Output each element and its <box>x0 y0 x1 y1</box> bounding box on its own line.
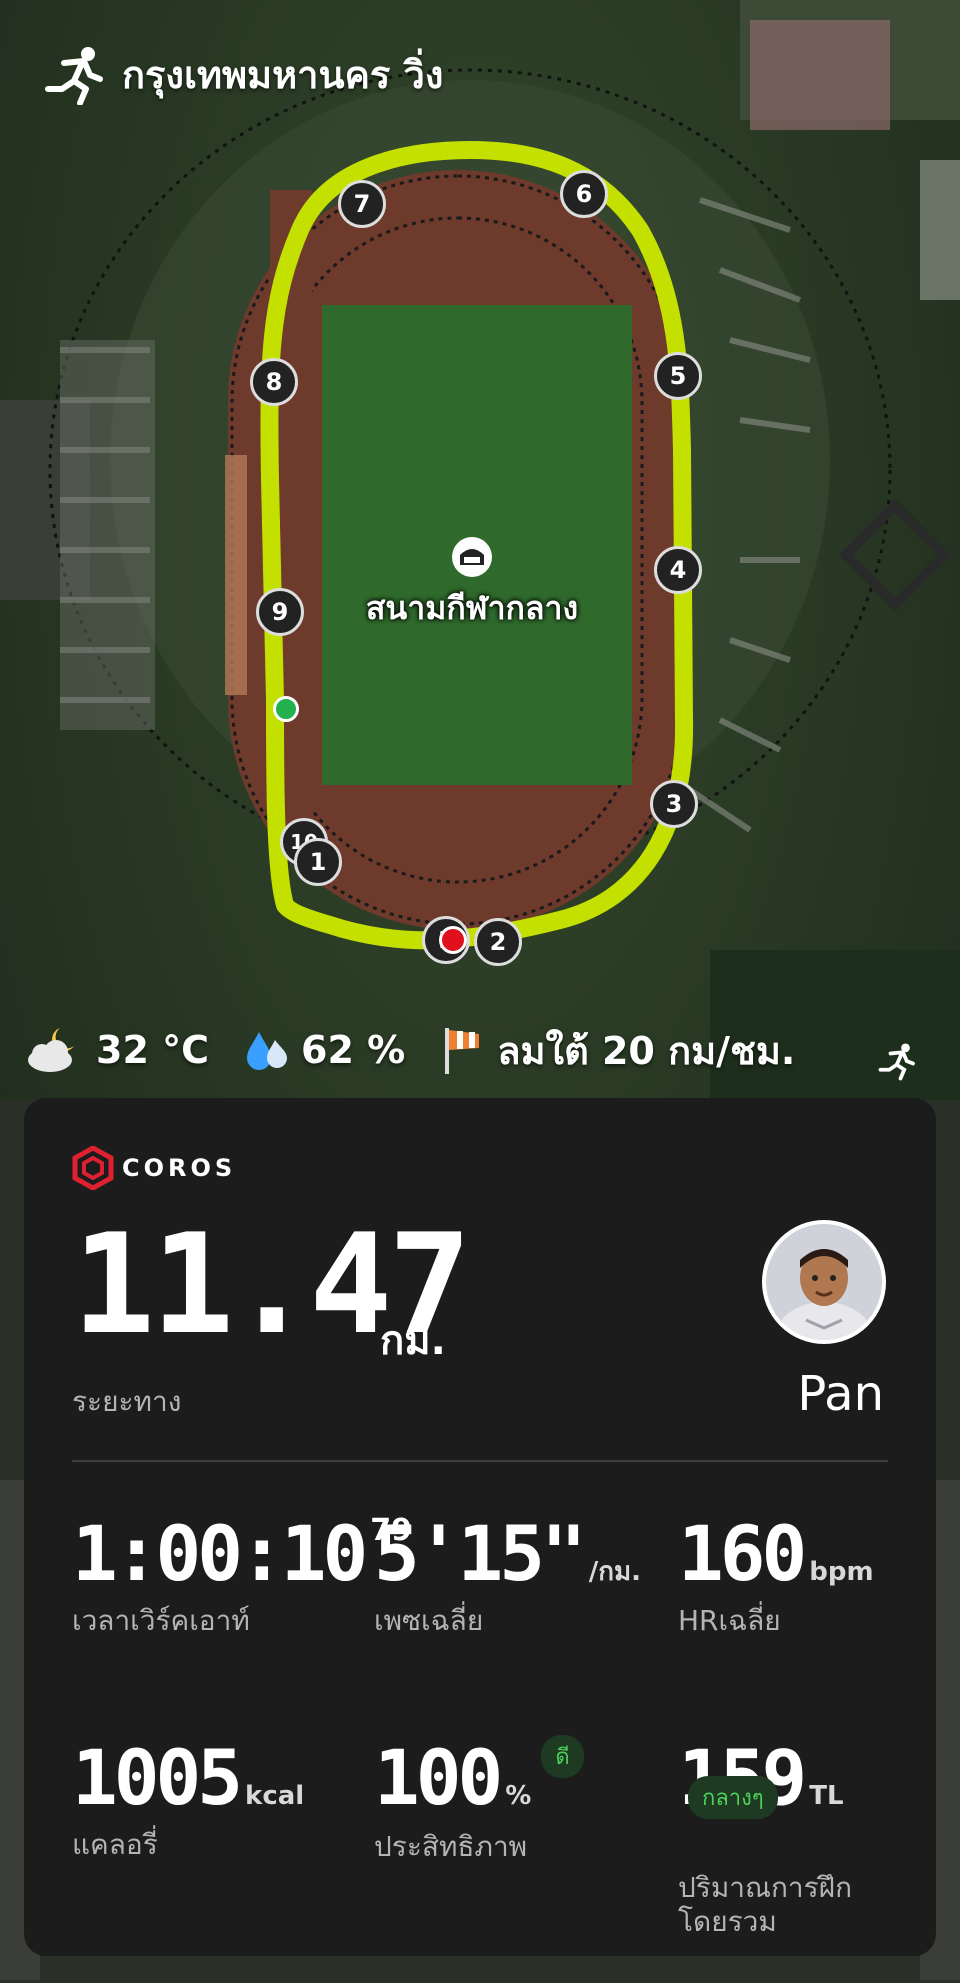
km-marker: 9 <box>256 588 304 636</box>
workout-time-label: เวลาเวิร์คเอาท์ <box>72 1604 250 1637</box>
end-point-icon <box>439 926 467 954</box>
user-photo <box>766 1224 882 1340</box>
humidity-item: 62 % <box>243 1026 405 1074</box>
weather-bar: 32 °C 62 % ลมใต้ 20 กม/ชม. <box>22 1022 829 1078</box>
stat-pace: 5'15"/กม. เพซเฉลี่ย <box>374 1516 641 1638</box>
temperature-item: 32 °C <box>22 1024 209 1076</box>
stat-calories: 1005 kcal แคลอรี่ <box>72 1740 304 1862</box>
km-marker: 8 <box>250 358 298 406</box>
water-drop-icon <box>247 1032 287 1070</box>
heart-rate-unit: bpm <box>809 1557 874 1587</box>
stat-efficiency: 100 % ดี ประสิทธิภาพ <box>374 1733 584 1864</box>
heart-rate-label: HRเฉลี่ย <box>678 1604 781 1637</box>
calories-unit: kcal <box>245 1781 305 1811</box>
pace-label: เพซเฉลี่ย <box>374 1604 484 1637</box>
divider <box>72 1460 888 1462</box>
brand-logo: COROS <box>72 1146 236 1190</box>
venue-name: สนามกีฬากลาง <box>365 589 579 627</box>
km-marker: 7 <box>338 180 386 228</box>
stat-heart-rate: 160 bpm HRเฉลี่ย <box>678 1516 874 1638</box>
workout-summary-card: COROS 11.47 กม. ระยะทาง Pan 1:00:10 79 เว… <box>24 1098 936 1956</box>
workout-time-value: 1:00:10 <box>72 1509 368 1598</box>
start-point-icon <box>273 696 299 722</box>
km-marker: 2 <box>474 918 522 966</box>
training-load-badge: กลางๆ <box>688 1776 778 1819</box>
calories-value: 1005 <box>72 1733 243 1822</box>
distance-unit: กม. <box>380 1318 446 1364</box>
stadium-icon <box>452 537 492 577</box>
activity-header: กรุงเทพมหานคร วิ่ง <box>44 44 443 105</box>
training-load-unit: TL <box>809 1781 844 1811</box>
brand-name: COROS <box>122 1154 237 1182</box>
training-load-label: ปริมาณการฝึก โดยรวม <box>678 1871 853 1938</box>
pace-value: 5'15" <box>374 1509 587 1598</box>
efficiency-label: ประสิทธิภาพ <box>374 1830 528 1863</box>
km-marker: 3 <box>650 780 698 828</box>
efficiency-unit: % <box>505 1781 532 1811</box>
km-marker: 6 <box>560 170 608 218</box>
efficiency-value: 100 <box>374 1733 503 1822</box>
km-marker: 5 <box>654 352 702 400</box>
user-name: Pan <box>797 1366 884 1422</box>
distance-label: ระยะทาง <box>72 1385 182 1418</box>
wind-item: ลมใต้ 20 กม/ชม. <box>439 1020 795 1081</box>
stat-workout-time: 1:00:10 79 เวลาเวิร์คเอาท์ <box>72 1509 412 1638</box>
activity-title: กรุงเทพมหานคร วิ่ง <box>122 53 444 97</box>
pace-unit: /กม. <box>588 1557 642 1587</box>
avatar[interactable] <box>762 1220 886 1344</box>
wind-value: ลมใต้ 20 กม/ชม. <box>497 1028 796 1073</box>
stat-training-load: 159TLกลางๆ ปริมาณการฝึก โดยรวม <box>678 1740 928 1938</box>
coros-logo-icon <box>72 1146 114 1190</box>
heart-rate-value: 160 <box>678 1509 807 1598</box>
wind-flag-icon <box>445 1028 480 1074</box>
runner-marker-icon <box>878 1043 915 1081</box>
calories-label: แคลอรี่ <box>72 1828 158 1861</box>
efficiency-badge: ดี <box>541 1735 584 1778</box>
temperature-value: 32 °C <box>96 1028 209 1072</box>
km-marker: 4 <box>654 546 702 594</box>
km-marker: 1 <box>294 838 342 886</box>
humidity-value: 62 % <box>301 1028 406 1072</box>
runner-icon <box>45 46 103 105</box>
partly-cloudy-night-icon <box>28 1028 74 1072</box>
